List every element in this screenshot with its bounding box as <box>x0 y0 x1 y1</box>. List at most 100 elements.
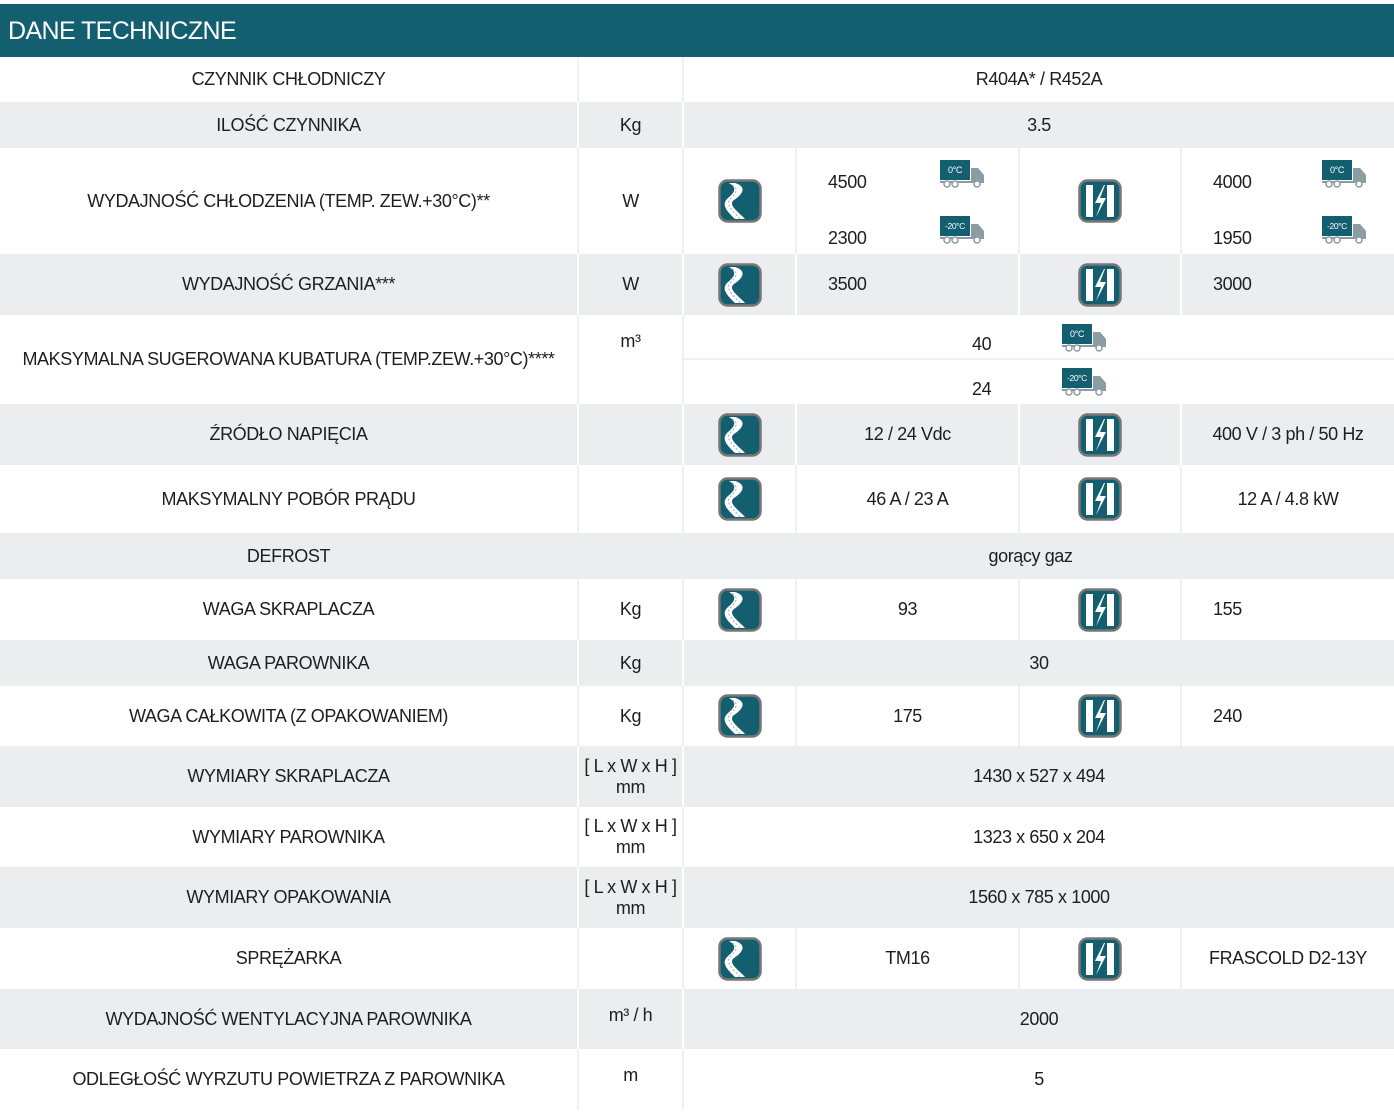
unit-text: Kg <box>619 652 642 673</box>
value-variant-2: 3000 <box>1180 254 1394 315</box>
row-unit: Kg <box>577 102 682 148</box>
table-row: WYMIARY OPAKOWANIA[ L x W x H ] mm 1560 x … <box>0 867 1394 928</box>
lightning-icon <box>1018 579 1180 640</box>
row-unit: [ L x W x H ] mm <box>577 867 682 928</box>
row-label: ODLEGŁOŚĆ WYRZUTU POWIETRZA Z PAROWNIKA <box>72 1069 505 1089</box>
unit-text: m <box>623 1065 638 1085</box>
lightning-icon <box>1018 465 1180 533</box>
row-label: WYDAJNOŚĆ CHŁODZENIA (TEMP. ZEW.+30°C)** <box>87 190 490 211</box>
row-label: WYMIARY OPAKOWANIA <box>186 887 391 907</box>
row-unit <box>577 928 682 989</box>
table-row: WYMIARY SKRAPLACZA [ L x W x H ] mm 1430 x … <box>0 746 1394 807</box>
unit-text-2: mm <box>615 897 646 918</box>
divider <box>684 358 1394 360</box>
row-value: 3.5 <box>682 102 1394 148</box>
truck-icon: 0°C <box>940 160 984 188</box>
row-value: R404A* / R452A <box>682 57 1394 102</box>
value-variant-2: FRASCOLD D2-13Y <box>1180 928 1394 989</box>
row-unit: [ L x W x H ] mm <box>577 807 682 867</box>
unit-text: Kg <box>619 705 642 726</box>
lightning-icon <box>1018 686 1180 746</box>
row-unit: m <box>577 1049 682 1110</box>
row-label: ŹRÓDŁO NAPIĘCIA <box>209 424 368 444</box>
svg-text:0°C: 0°C <box>1070 329 1085 339</box>
row-unit: Kg <box>577 640 682 686</box>
lightning-icon <box>1018 928 1180 989</box>
kubatura-value: 24 <box>972 379 992 399</box>
cooling-value: 4500 <box>828 172 867 192</box>
unit-text: Kg <box>619 599 642 619</box>
row-unit: [ L x W x H ] mm <box>577 746 682 807</box>
road-icon <box>682 579 795 640</box>
row-label: WAGA CAŁKOWITA (Z OPAKOWANIEM) <box>128 705 449 726</box>
truck-icon: -20°C <box>940 216 984 244</box>
row-label: WYMIARY PAROWNIKA <box>192 826 385 847</box>
truck-icon: -20°C <box>1322 216 1368 249</box>
cooling-value: 1950 <box>1213 228 1252 248</box>
road-icon <box>682 404 795 465</box>
section-title: DANE TECHNICZNE <box>0 4 1394 57</box>
table-row: WYDAJNOŚĆ WENTYLACYJNA PAROWNIKA m³ / h 20… <box>0 989 1394 1049</box>
road-icon <box>682 686 795 746</box>
value-variant-1: 46 A / 23 A <box>795 465 1018 533</box>
unit-text-2: mm <box>615 776 646 797</box>
value-variant-1: TM16 <box>795 928 1018 989</box>
svg-text:-20°C: -20°C <box>945 221 965 231</box>
cooling-value: 4000 <box>1213 172 1252 192</box>
table-row: SPRĘŻARKA TM16 FRASCOLD D2-13Y <box>0 928 1394 989</box>
table-row: WAGA CAŁKOWITA (Z OPAKOWANIEM) Kg 175 240 <box>0 686 1394 746</box>
row-unit <box>577 465 682 533</box>
row-label: SPRĘŻARKA <box>235 948 342 968</box>
table-row: MAKSYMALNA SUGEROWANA KUBATURA (TEMP.ZEW… <box>0 315 1394 404</box>
unit-text: [ L x W x H ] <box>584 816 677 836</box>
svg-text:-20°C: -20°C <box>1327 221 1347 231</box>
svg-text:0°C: 0°C <box>948 165 963 175</box>
truck-icon: 0°C <box>940 160 986 193</box>
row-unit <box>577 404 682 465</box>
lightning-icon <box>1018 254 1180 315</box>
road-icon <box>682 148 795 254</box>
row-unit: Kg <box>577 686 682 746</box>
kubatura-value: 40 <box>972 334 992 354</box>
row-label: WYDAJNOŚĆ GRZANIA*** <box>181 274 396 294</box>
table-row: WAGA SKRAPLACZA Kg 93 155 <box>0 579 1394 640</box>
row-label: MAKSYMALNA SUGEROWANA KUBATURA (TEMP.ZEW… <box>22 349 555 369</box>
row-unit: Kg <box>577 579 682 640</box>
row-unit: m³ / h <box>577 989 682 1049</box>
truck-icon: 0°C <box>1062 324 1108 357</box>
svg-text:-20°C: -20°C <box>1067 373 1087 383</box>
table-row: MAKSYMALNY POBÓR PRĄDU 46 A / 23 A 12 A / … <box>0 465 1394 533</box>
row-unit <box>577 57 682 102</box>
table-row: WYMIARY PAROWNIKA [ L x W x H ] mm 1323 x 6… <box>0 807 1394 867</box>
row-value: 30 <box>682 640 1394 686</box>
row-unit: W <box>577 148 682 254</box>
unit-text: [ L x W x H ] <box>584 876 677 897</box>
row-label: WAGA PAROWNIKA <box>207 652 370 673</box>
value-variant-1: 3500 <box>795 254 1018 315</box>
table-row: WYDAJNOŚĆ CHŁODZENIA (TEMP. ZEW.+30°C)**… <box>0 148 1394 254</box>
road-icon <box>682 928 795 989</box>
row-value: 1560 x 785 x 1000 <box>682 867 1394 928</box>
truck-icon: 0°C <box>1062 324 1106 352</box>
truck-icon: -20°C <box>1322 216 1366 244</box>
row-unit: m³ <box>577 315 682 404</box>
row-value: 1323 x 650 x 204 <box>682 807 1394 867</box>
table-row: ODLEGŁOŚĆ WYRZUTU POWIETRZA Z PAROWNIKA m… <box>0 1049 1394 1110</box>
row-label: ILOŚĆ CZYNNIKA <box>216 114 361 135</box>
value-variant-2: 12 A / 4.8 kW <box>1180 465 1394 533</box>
value-variant-1: 93 <box>795 579 1018 640</box>
truck-icon: -20°C <box>940 216 986 249</box>
row-label: MAKSYMALNY POBÓR PRĄDU <box>161 488 416 509</box>
table-row: WAGA PAROWNIKA Kg 30 <box>0 640 1394 686</box>
table-row: WYDAJNOŚĆ GRZANIA*** W 3500 3000 <box>0 254 1394 315</box>
truck-icon: 0°C <box>1322 160 1366 188</box>
kubatura-values: 40 0°C 24 -20°C <box>682 315 1394 404</box>
value-variant-2: 400 V / 3 ph / 50 Hz <box>1180 404 1394 465</box>
svg-text:0°C: 0°C <box>1330 165 1345 175</box>
value-variant-1: 12 / 24 Vdc <box>795 404 1018 465</box>
truck-icon: -20°C <box>1062 368 1108 401</box>
row-value: 1430 x 527 x 494 <box>682 746 1394 807</box>
value-variant-2: 155 <box>1180 579 1394 640</box>
unit-text: Kg <box>619 114 642 135</box>
row-label: WYMIARY SKRAPLACZA <box>187 766 390 786</box>
